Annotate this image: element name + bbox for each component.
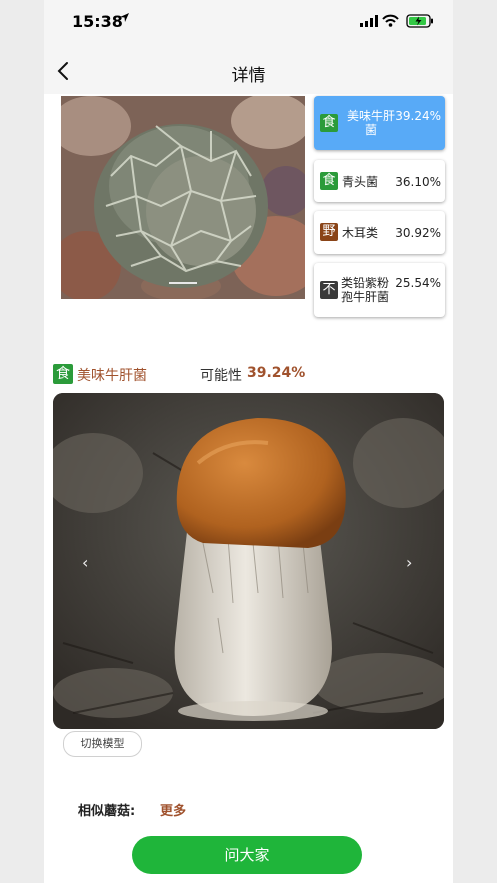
edible-badge: 食 (53, 364, 73, 384)
candidate-percent: 25.54% (395, 276, 441, 290)
candidate-name: 类铅紫粉孢牛肝菌 (340, 276, 389, 304)
phone-screen: 15:38 详情 食 美味牛肝菌 39.24% 食 青头菌 36.10% 野 木… (44, 0, 453, 883)
result-summary: 食 美味牛肝菌 可能性 39.24% (53, 363, 433, 385)
possibility-value: 39.24% (247, 365, 306, 381)
possibility-label: 可能性 (200, 368, 242, 384)
wild-badge: 野 (320, 223, 338, 241)
candidate-percent: 36.10% (395, 175, 441, 189)
candidate-name: 青头菌 (342, 175, 379, 189)
carousel-next-chevron-icon[interactable]: › (406, 553, 412, 572)
similar-mushrooms-label: 相似蘑菇: (78, 804, 136, 819)
ask-everyone-button[interactable]: 问大家 (132, 836, 362, 874)
edible-badge: 食 (320, 172, 338, 190)
signal-icon (360, 15, 378, 27)
result-name: 美味牛肝菌 (77, 368, 147, 384)
page-title: 详情 (231, 66, 266, 86)
candidate-card-2[interactable]: 食 青头菌 36.10% (314, 160, 445, 202)
candidate-card-4[interactable]: 不 类铅紫粉孢牛肝菌 25.54% (314, 263, 445, 317)
switch-model-button[interactable]: 切换模型 (63, 731, 142, 757)
candidate-name: 美味牛肝菌 (346, 109, 395, 137)
candidate-name: 木耳类 (342, 226, 379, 240)
candidate-card-3[interactable]: 野 木耳类 30.92% (314, 211, 445, 254)
candidate-percent: 30.92% (395, 226, 441, 240)
battery-charging-icon (406, 14, 433, 28)
candidate-card-1[interactable]: 食 美味牛肝菌 39.24% (314, 96, 445, 150)
wifi-icon (382, 14, 399, 27)
status-bar: 15:38 (44, 0, 453, 44)
reference-photo-carousel[interactable] (53, 393, 444, 729)
edible-badge: 食 (320, 114, 338, 132)
candidate-percent: 39.24% (395, 109, 441, 123)
carousel-prev-chevron-icon[interactable]: ‹ (82, 553, 88, 572)
location-arrow-icon (120, 13, 129, 22)
uploaded-photo-thumbnail[interactable] (61, 96, 305, 299)
more-link[interactable]: 更多 (160, 800, 186, 819)
status-time: 15:38 (72, 12, 123, 31)
